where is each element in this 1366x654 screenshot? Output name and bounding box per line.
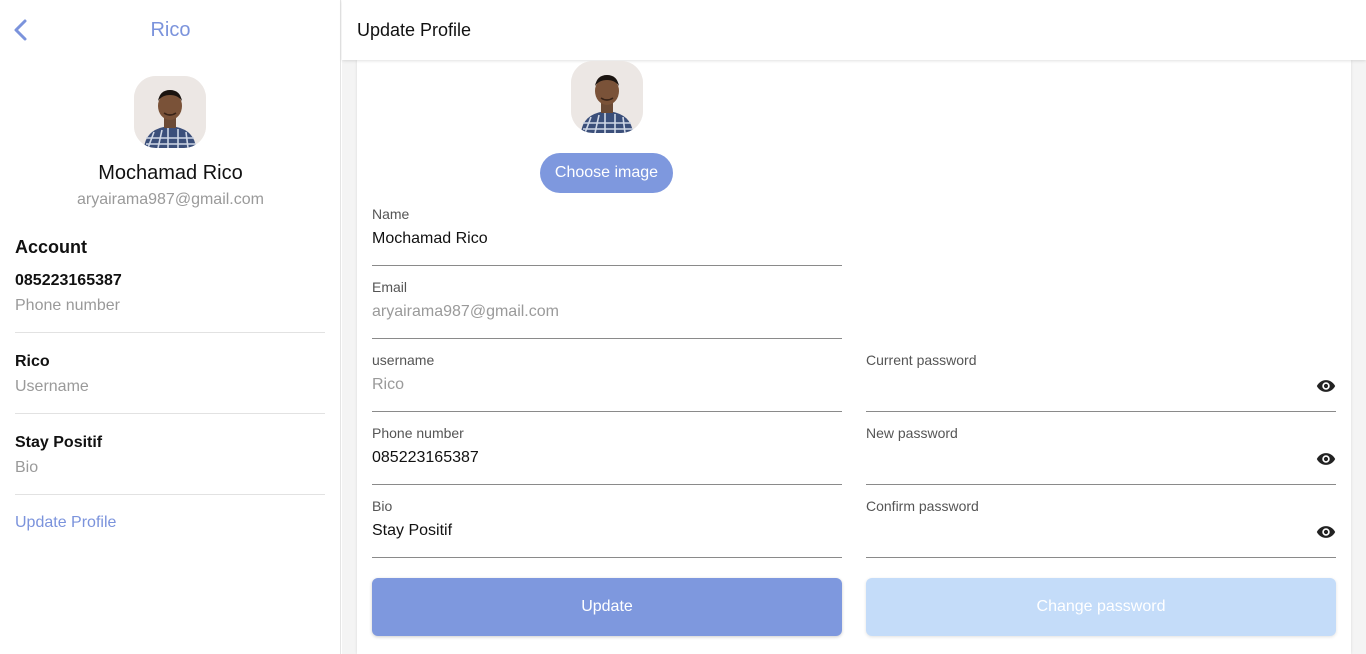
current-password-field[interactable]: Current password [866, 352, 1336, 412]
top-bar: Update Profile [342, 0, 1366, 60]
current-password-label: Current password [866, 352, 977, 368]
bio-field[interactable]: Bio Stay Positif [372, 498, 842, 558]
profile-name: Mochamad Rico [98, 162, 243, 184]
username-input[interactable]: Rico [372, 376, 802, 394]
bio-value: Stay Positif [15, 434, 103, 451]
account-heading: Account [15, 237, 87, 257]
email-input[interactable]: aryairama987@gmail.com [372, 303, 802, 321]
username-field[interactable]: username Rico [372, 352, 842, 412]
bio-label: Bio [15, 459, 39, 476]
app-root: Rico Mochamad Rico aryairama987@gmail.co… [0, 0, 1366, 654]
change-password-button[interactable]: Change password [866, 578, 1336, 636]
name-field[interactable]: Name Mochamad Rico [372, 206, 842, 266]
new-password-field[interactable]: New password [866, 425, 1336, 485]
eye-icon[interactable] [1316, 449, 1336, 469]
eye-icon[interactable] [1316, 522, 1336, 542]
username-info: Rico Username [15, 353, 325, 396]
divider [15, 494, 325, 495]
phone-field[interactable]: Phone number 085223165387 [372, 425, 842, 485]
phone-info: 085223165387 Phone number [15, 272, 325, 315]
divider [15, 413, 325, 414]
phone-label: Phone number [15, 297, 120, 314]
phone-value: 085223165387 [15, 272, 122, 289]
username-value: Rico [15, 353, 50, 370]
bio-input[interactable]: Stay Positif [372, 522, 802, 540]
avatar [134, 76, 206, 148]
divider [15, 332, 325, 333]
sidebar-title: Rico [150, 19, 191, 41]
page-title: Update Profile [357, 20, 472, 40]
bio-info: Stay Positif Bio [15, 434, 325, 477]
avatar-preview [571, 61, 643, 133]
choose-image-button[interactable]: Choose image [540, 153, 673, 193]
profile-sidebar: Rico Mochamad Rico aryairama987@gmail.co… [0, 0, 341, 654]
name-input[interactable]: Mochamad Rico [372, 230, 802, 248]
profile-email: aryairama987@gmail.com [77, 191, 264, 208]
username-label: username [372, 352, 435, 368]
phone-input[interactable]: 085223165387 [372, 449, 802, 467]
email-label: Email [372, 279, 408, 295]
update-profile-link[interactable]: Update Profile [15, 514, 116, 532]
new-password-label: New password [866, 425, 958, 441]
confirm-password-label: Confirm password [866, 498, 979, 514]
update-button[interactable]: Update [372, 578, 842, 636]
eye-icon[interactable] [1316, 376, 1336, 396]
bio-label: Bio [372, 498, 393, 514]
email-field[interactable]: Email aryairama987@gmail.com [372, 279, 842, 339]
name-label: Name [372, 206, 410, 222]
username-label: Username [15, 378, 89, 395]
phone-label: Phone number [372, 425, 464, 441]
confirm-password-field[interactable]: Confirm password [866, 498, 1336, 558]
